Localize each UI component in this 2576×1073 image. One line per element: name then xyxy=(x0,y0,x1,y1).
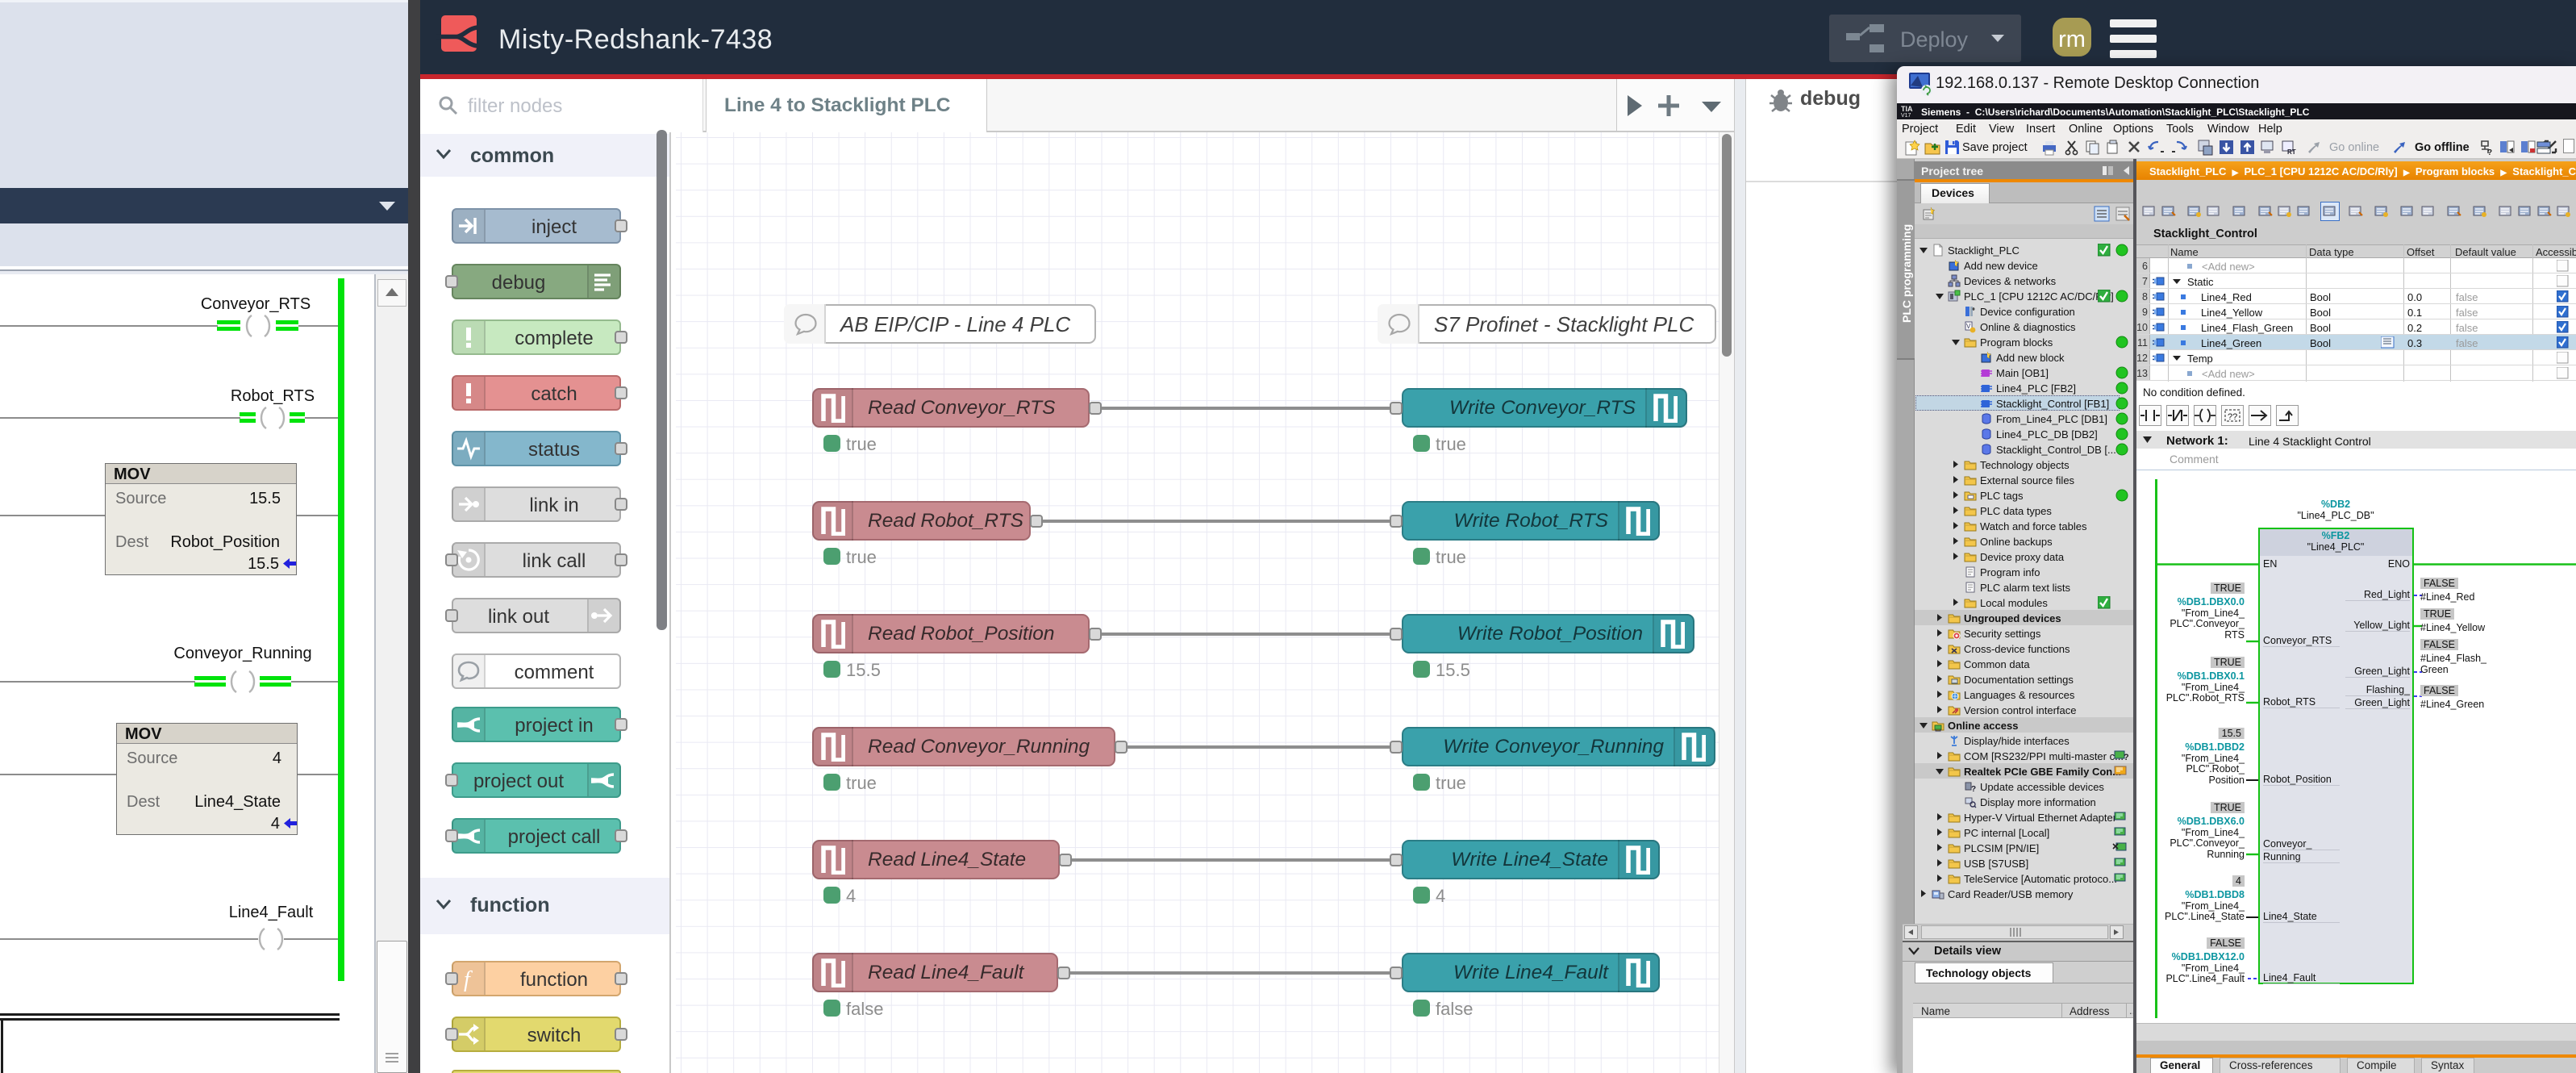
svg-text:RT: RT xyxy=(2287,148,2296,156)
svg-text:?: ? xyxy=(2124,753,2129,762)
svg-text:TIA: TIA xyxy=(1901,105,1913,113)
svg-text:?: ? xyxy=(2487,148,2492,157)
svg-text:??: ?? xyxy=(2228,412,2237,422)
svg-text:f: f xyxy=(464,967,473,992)
svg-text:V17: V17 xyxy=(1901,113,1911,118)
svg-text:?: ? xyxy=(1971,785,1976,793)
